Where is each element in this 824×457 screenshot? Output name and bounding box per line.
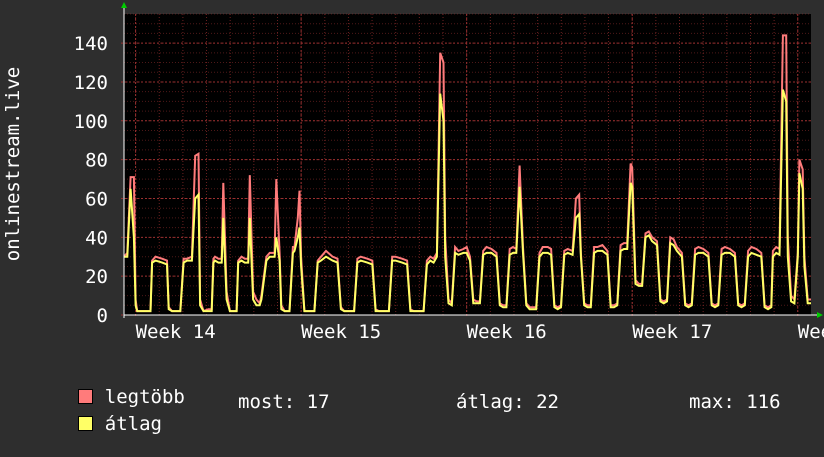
y-tick-label: 140 bbox=[74, 33, 108, 55]
y-tick-label: 120 bbox=[74, 72, 108, 94]
x-tick-label: Week 18 bbox=[798, 321, 824, 343]
stat-avg: átlag: 22 bbox=[456, 391, 559, 413]
y-tick-label: 60 bbox=[85, 188, 108, 210]
y-tick-label: 100 bbox=[74, 111, 108, 133]
y-tick-labels: 0 20 40 60 80 100 120 140 bbox=[74, 33, 108, 327]
legend-swatch-avg bbox=[77, 416, 93, 431]
x-tick-labels: Week 14 Week 15 Week 16 Week 17 Week 18 bbox=[136, 321, 824, 343]
y-tick-label: 20 bbox=[85, 266, 108, 288]
stat-max: max: 116 bbox=[689, 391, 781, 413]
x-axis-arrow bbox=[817, 312, 823, 318]
plot-background bbox=[124, 14, 811, 315]
y-tick-label: 80 bbox=[85, 150, 108, 172]
legend-item-avg: átlag bbox=[32, 391, 162, 457]
line-chart: 0 20 40 60 80 100 120 140 Week 14 Week 15 Week 16… bbox=[2, 2, 824, 343]
x-tick-label: Week 16 bbox=[467, 321, 547, 343]
x-tick-label: Week 15 bbox=[301, 321, 381, 343]
x-tick-label: Week 14 bbox=[136, 321, 216, 343]
y-axis-arrow bbox=[121, 2, 127, 8]
y-axis-label: onlinestream.live bbox=[2, 67, 24, 261]
chart-stage: 0 20 40 60 80 100 120 140 Week 14 Week 15 Week 16… bbox=[0, 0, 824, 435]
legend-label-avg: átlag bbox=[104, 413, 162, 435]
y-tick-label: 40 bbox=[85, 227, 108, 249]
x-tick-label: Week 17 bbox=[632, 321, 712, 343]
stat-now: most: 17 bbox=[238, 391, 330, 413]
y-tick-label: 0 bbox=[97, 305, 108, 327]
